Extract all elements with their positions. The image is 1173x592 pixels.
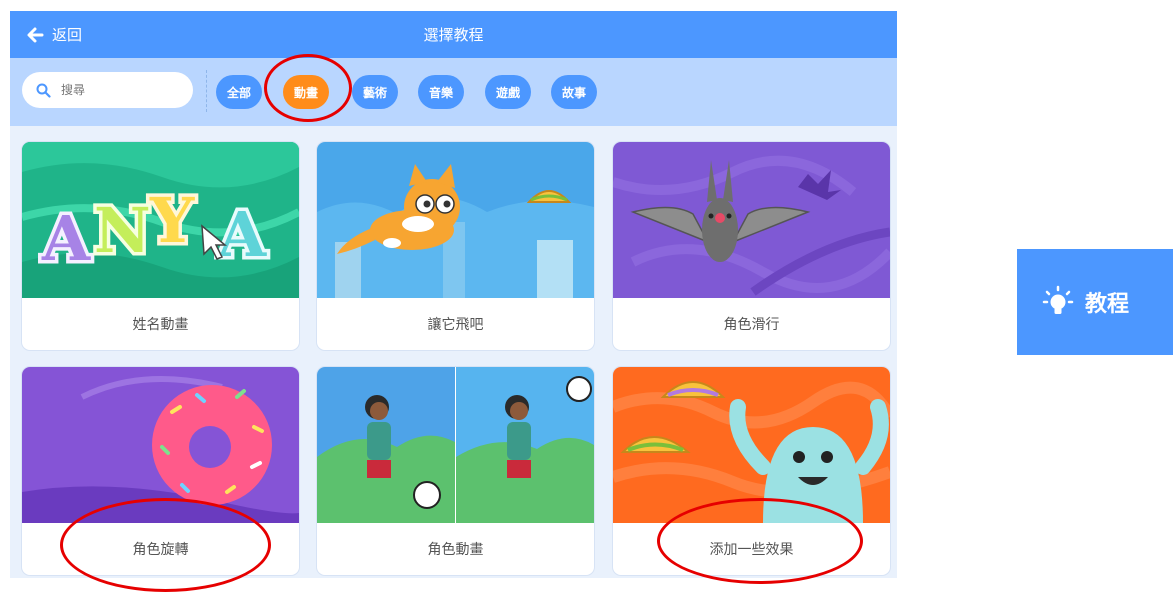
- card-title: 角色動畫: [427, 542, 484, 558]
- tutorial-card-animate-character[interactable]: 角色動畫: [317, 367, 594, 575]
- svg-text:Y: Y: [149, 184, 195, 257]
- tutorial-library-modal: 返回 選擇教程 全部 動畫 藝術 音樂 遊戲 故事: [10, 11, 897, 578]
- card-title: 姓名動畫: [132, 317, 189, 333]
- tutorial-card-spin[interactable]: 角色旋轉: [22, 367, 299, 575]
- thumbnail-spin: [22, 367, 299, 523]
- modal-header: 返回 選擇教程: [10, 11, 897, 58]
- thumbnail-name-animation: A N Y A: [22, 142, 299, 298]
- card-title: 角色旋轉: [132, 542, 189, 558]
- card-title: 添加一些效果: [709, 542, 794, 558]
- card-title: 讓它飛吧: [427, 317, 484, 333]
- filter-all-label: 全部: [226, 85, 251, 100]
- svg-text:N: N: [94, 194, 151, 267]
- search-box[interactable]: [22, 72, 193, 108]
- filter-music[interactable]: 音樂: [418, 75, 464, 109]
- thumbnail-glide: [613, 142, 890, 298]
- thumbnail-add-effects: [613, 367, 890, 523]
- filter-animation-label: 動畫: [293, 85, 318, 100]
- filter-games[interactable]: 遊戲: [485, 75, 531, 109]
- tutorial-card-name-animation[interactable]: A N Y A 姓名動畫: [22, 142, 299, 350]
- tutorials-button[interactable]: 教程: [1017, 249, 1173, 355]
- filter-animation[interactable]: 動畫: [283, 75, 329, 109]
- lightbulb-icon: [1042, 285, 1074, 314]
- filter-bar: 全部 動畫 藝術 音樂 遊戲 故事: [10, 58, 897, 126]
- search-icon: [36, 83, 51, 98]
- card-title: 角色滑行: [723, 317, 780, 333]
- svg-text:A: A: [41, 202, 91, 275]
- tutorial-card-add-effects[interactable]: 添加一些效果: [613, 367, 890, 575]
- thumbnail-animate-character: [317, 367, 594, 523]
- modal-title: 選擇教程: [423, 26, 484, 44]
- tutorial-card-glide[interactable]: 角色滑行: [613, 142, 890, 350]
- tutorial-card-make-it-fly[interactable]: 讓它飛吧: [317, 142, 594, 350]
- svg-text:A: A: [217, 198, 267, 271]
- filter-all[interactable]: 全部: [216, 75, 262, 109]
- thumbnail-make-it-fly: [317, 142, 594, 298]
- filter-stories[interactable]: 故事: [551, 75, 597, 109]
- filter-games-label: 遊戲: [495, 85, 520, 100]
- filter-music-label: 音樂: [428, 85, 453, 100]
- search-input[interactable]: [59, 82, 183, 98]
- filter-art-label: 藝術: [362, 85, 387, 100]
- filter-divider: [206, 70, 207, 112]
- filter-stories-label: 故事: [561, 85, 586, 100]
- filter-art[interactable]: 藝術: [352, 75, 398, 109]
- tutorials-label: 教程: [1085, 292, 1130, 317]
